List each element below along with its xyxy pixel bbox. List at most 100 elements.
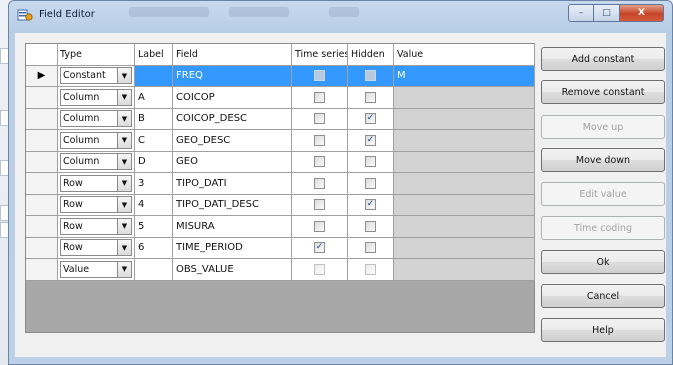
label-cell[interactable] [135,259,173,281]
time-series-checkbox[interactable] [314,70,325,82]
row-selector[interactable] [26,216,58,238]
chevron-down-icon[interactable]: ▼ [117,111,131,127]
chevron-down-icon[interactable]: ▼ [117,218,131,234]
chevron-down-icon[interactable]: ▼ [117,68,131,84]
label-cell[interactable]: A [135,87,173,109]
field-cell[interactable]: TIME_PERIOD [173,237,292,259]
type-dropdown[interactable]: Value ▼ [60,260,132,278]
header-type[interactable]: Type [58,44,135,66]
value-cell[interactable] [394,108,535,130]
row-selector[interactable] [26,237,58,259]
help-button[interactable]: Help [541,318,665,342]
chevron-down-icon[interactable]: ▼ [117,197,131,213]
field-cell[interactable]: COICOP_DESC [173,108,292,130]
table-row[interactable]: Column ▼ A COICOP [26,87,535,109]
type-cell[interactable]: Row ▼ [58,216,135,238]
hidden-checkbox[interactable] [365,113,376,125]
value-cell[interactable] [394,237,535,259]
hidden-checkbox[interactable] [365,70,376,82]
remove-constant-button[interactable]: Remove constant [541,80,665,104]
type-cell[interactable]: Column ▼ [58,108,135,130]
time-series-checkbox[interactable] [314,242,325,254]
type-dropdown[interactable]: Column ▼ [60,88,132,106]
label-cell[interactable]: D [135,151,173,173]
add-constant-button[interactable]: Add constant [541,47,665,71]
label-cell[interactable] [135,65,173,87]
table-row[interactable]: ▶ Constant ▼ FREQ M [26,65,535,87]
time-series-checkbox[interactable] [314,91,325,103]
cancel-button[interactable]: Cancel [541,284,665,308]
value-cell[interactable] [394,216,535,238]
time-series-checkbox[interactable] [314,263,325,275]
field-cell[interactable]: COICOP [173,87,292,109]
table-row[interactable]: Value ▼ OBS_VALUE [26,259,535,281]
label-cell[interactable]: 4 [135,194,173,216]
type-cell[interactable]: Row ▼ [58,194,135,216]
value-cell[interactable] [394,130,535,152]
field-cell[interactable]: OBS_VALUE [173,259,292,281]
type-dropdown[interactable]: Row ▼ [60,239,132,257]
ok-button[interactable]: Ok [541,250,665,274]
hidden-checkbox[interactable] [365,134,376,146]
hidden-checkbox[interactable] [365,177,376,189]
table-row[interactable]: Row ▼ 6 TIME_PERIOD [26,237,535,259]
label-cell[interactable]: 5 [135,216,173,238]
time-series-checkbox[interactable] [314,134,325,146]
field-cell[interactable]: GEO [173,151,292,173]
type-dropdown[interactable]: Row ▼ [60,217,132,235]
move-up-button[interactable]: Move up [541,115,665,139]
type-cell[interactable]: Column ▼ [58,87,135,109]
hidden-checkbox[interactable] [365,199,376,211]
type-dropdown[interactable]: Column ▼ [60,153,132,171]
field-cell[interactable]: GEO_DESC [173,130,292,152]
maximize-button[interactable]: □ [594,4,620,22]
table-row[interactable]: Row ▼ 5 MISURA [26,216,535,238]
field-cell[interactable]: MISURA [173,216,292,238]
chevron-down-icon[interactable]: ▼ [117,154,131,170]
header-label[interactable]: Label [135,44,173,66]
chevron-down-icon[interactable]: ▼ [117,89,131,105]
label-cell[interactable]: 3 [135,173,173,195]
value-cell[interactable] [394,87,535,109]
time-series-checkbox[interactable] [314,156,325,168]
time-series-checkbox[interactable] [314,199,325,211]
header-hidden[interactable]: Hidden [348,44,394,66]
type-dropdown[interactable]: Column ▼ [60,110,132,128]
type-cell[interactable]: Column ▼ [58,151,135,173]
hidden-checkbox[interactable] [365,156,376,168]
type-cell[interactable]: Column ▼ [58,130,135,152]
type-dropdown[interactable]: Column ▼ [60,131,132,149]
chevron-down-icon[interactable]: ▼ [117,132,131,148]
row-selector[interactable] [26,87,58,109]
row-selector[interactable] [26,259,58,281]
title-bar[interactable]: Field Editor – □ X [9,1,672,29]
time-series-checkbox[interactable] [314,177,325,189]
type-cell[interactable]: Value ▼ [58,259,135,281]
label-cell[interactable]: B [135,108,173,130]
type-dropdown[interactable]: Row ▼ [60,174,132,192]
table-row[interactable]: Column ▼ D GEO [26,151,535,173]
table-row[interactable]: Column ▼ B COICOP_DESC [26,108,535,130]
value-cell[interactable] [394,194,535,216]
move-down-button[interactable]: Move down [541,148,665,172]
edit-value-button[interactable]: Edit value [541,182,665,206]
field-cell[interactable]: TIPO_DATI [173,173,292,195]
close-button[interactable]: X [620,4,664,22]
minimize-button[interactable]: – [568,4,594,22]
type-dropdown[interactable]: Constant ▼ [60,67,132,85]
hidden-checkbox[interactable] [365,91,376,103]
table-row[interactable]: Row ▼ 3 TIPO_DATI [26,173,535,195]
value-cell[interactable]: M [394,65,535,87]
time-series-checkbox[interactable] [314,113,325,125]
chevron-down-icon[interactable]: ▼ [117,175,131,191]
type-cell[interactable]: Row ▼ [58,237,135,259]
label-cell[interactable]: C [135,130,173,152]
time-coding-button[interactable]: Time coding [541,216,665,240]
row-selector[interactable] [26,173,58,195]
type-cell[interactable]: Row ▼ [58,173,135,195]
table-row[interactable]: Row ▼ 4 TIPO_DATI_DESC [26,194,535,216]
value-cell[interactable] [394,173,535,195]
row-selector[interactable] [26,130,58,152]
row-selector[interactable] [26,194,58,216]
value-cell[interactable] [394,151,535,173]
